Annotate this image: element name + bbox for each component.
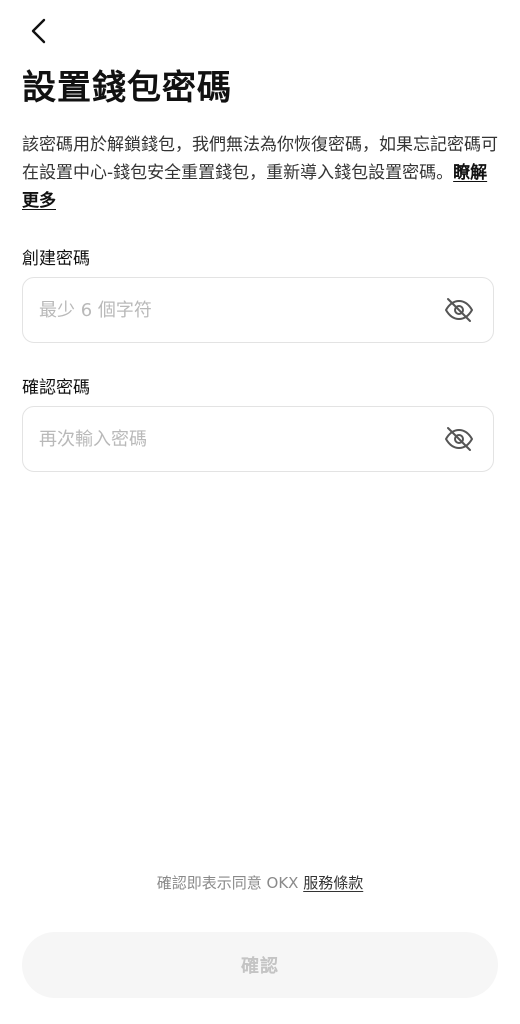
page-title: 設置錢包密碼 [22,68,232,108]
chevron-left-icon [31,18,46,44]
description-body: 該密碼用於解鎖錢包，我們無法為你恢復密碼，如果忘記密碼可在設置中心-錢包安全重置… [22,135,498,183]
create-password-visibility-toggle[interactable] [439,290,479,330]
confirm-password-visibility-toggle[interactable] [439,419,479,459]
confirm-password-label: 確認密碼 [22,378,90,398]
confirm-button[interactable]: 確認 [22,932,498,998]
eye-off-icon [445,298,473,322]
back-button[interactable] [22,14,56,48]
terms-notice: 確認即表示同意 OKX 服務條款 [0,871,520,895]
create-password-field-box [22,277,494,343]
description-text: 該密碼用於解鎖錢包，我們無法為你恢復密碼，如果忘記密碼可在設置中心-錢包安全重置… [22,131,498,215]
terms-prefix: 確認即表示同意 OKX [156,874,304,892]
eye-off-icon [445,427,473,451]
confirm-password-input[interactable] [23,407,439,471]
terms-of-service-link[interactable]: 服務條款 [303,874,363,892]
confirm-password-field-box [22,406,494,472]
create-password-label: 創建密碼 [22,249,90,269]
create-password-input[interactable] [23,278,439,342]
